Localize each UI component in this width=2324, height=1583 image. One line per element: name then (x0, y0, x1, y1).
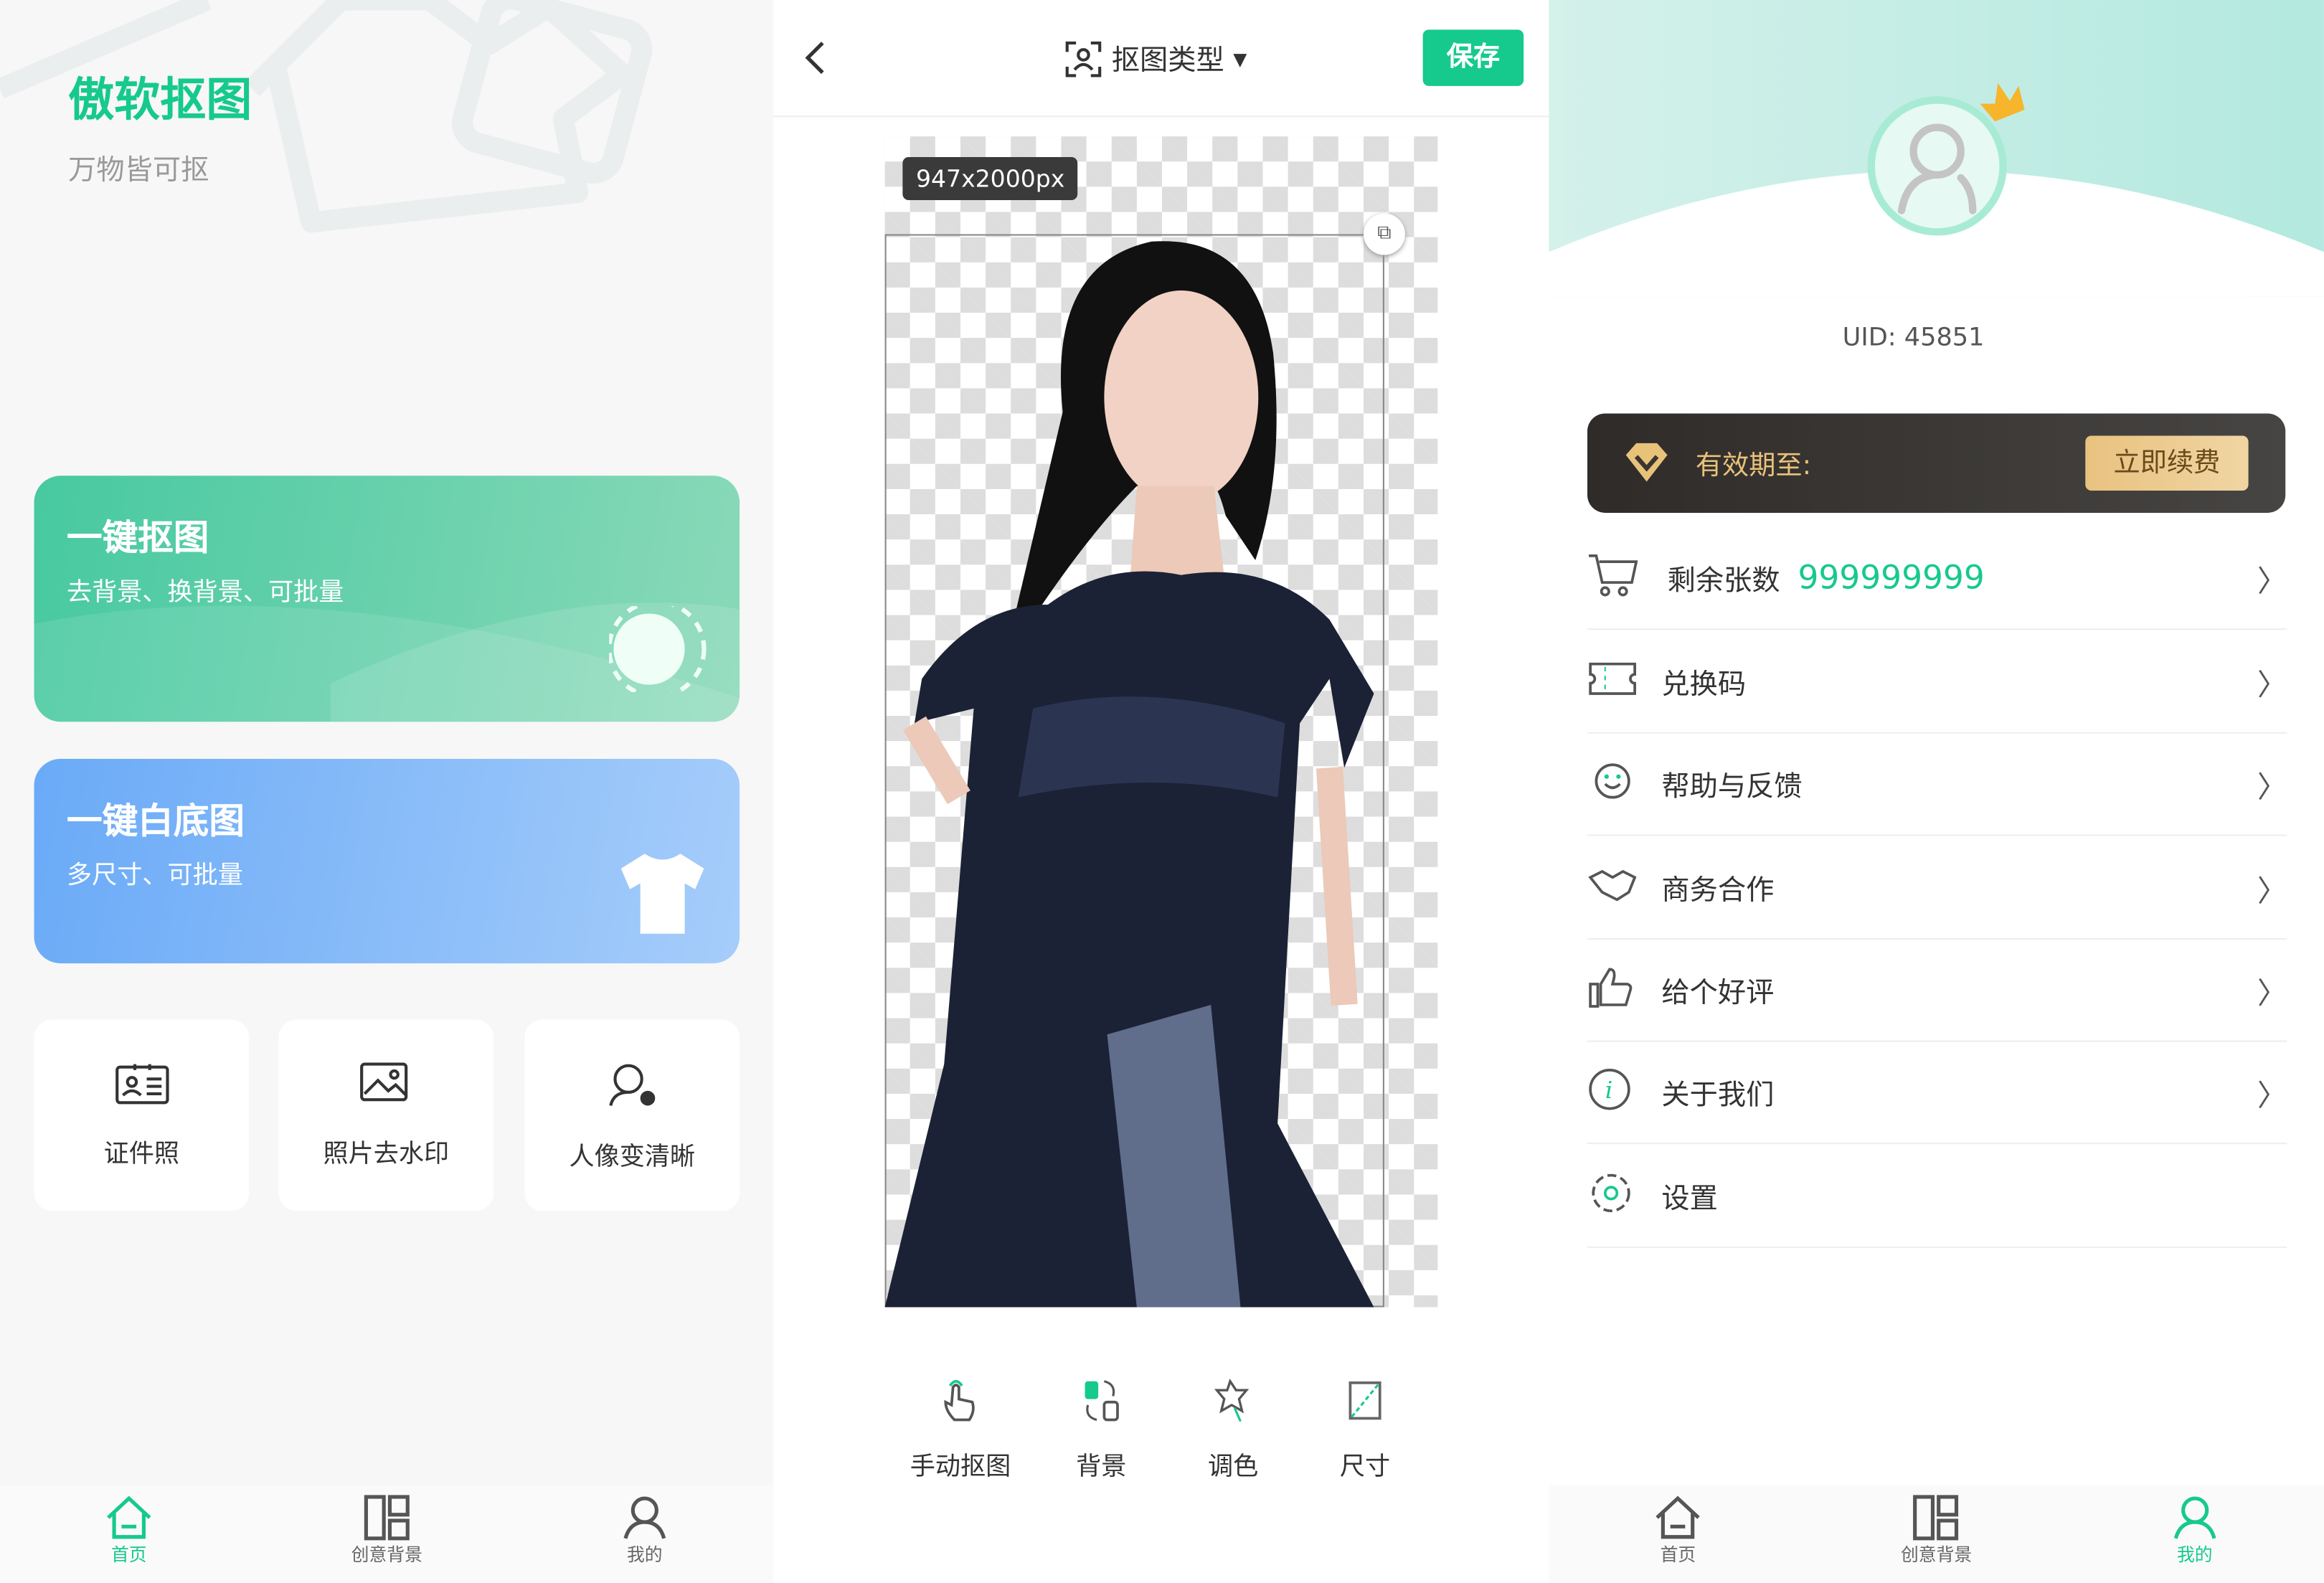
swap-background-icon (1085, 1380, 1119, 1422)
tool-size[interactable]: 尺寸 (1340, 1379, 1390, 1482)
menu-redeem-code[interactable]: 兑换码〉 (1587, 631, 2287, 734)
chevron-right-icon: 〉 (2257, 768, 2287, 804)
cutout-type-dropdown[interactable]: 抠图类型 ▼ (1064, 39, 1247, 79)
tile-label: 证件照 (103, 1139, 180, 1170)
user-icon (623, 1496, 666, 1539)
tile-label: 人像变清晰 (569, 1143, 696, 1173)
editor-screen: 抠图类型 ▼ 保存 947x2000px ⧉ 手动抠图 背景 调色 尺寸 (773, 0, 1549, 1583)
chevron-right-icon: 〉 (2257, 974, 2287, 1011)
chevron-right-icon: 〉 (2257, 1077, 2287, 1112)
portrait-frame-icon (1065, 40, 1102, 77)
cutout-type-label: 抠图类型 (1111, 44, 1224, 77)
tile-portrait-enhance[interactable]: 人像变清晰 (524, 1019, 740, 1211)
tool-background[interactable]: 背景 (1076, 1379, 1126, 1482)
save-button[interactable]: 保存 (1422, 29, 1524, 86)
handshake-icon (1587, 865, 1661, 911)
remaining-count-value: 999999999 (1798, 559, 1985, 597)
back-icon[interactable] (800, 39, 830, 77)
vip-expiry-label: 有效期至: (1695, 450, 1812, 482)
canvas[interactable]: 947x2000px ⧉ (884, 136, 1438, 1308)
white-background-card[interactable]: 一键白底图 多尺寸、可批量 (34, 758, 740, 964)
menu-remaining-count[interactable]: 剩余张数 999999999 〉 (1587, 528, 2287, 630)
one-click-cutout-card[interactable]: 一键抠图 去背景、换背景、可批量 (34, 476, 740, 722)
nav-home[interactable]: 首页 (1549, 1485, 1807, 1582)
caret-down-icon: ▼ (1233, 48, 1247, 70)
chevron-right-icon: 〉 (2257, 872, 2287, 908)
menu-help-feedback[interactable]: 帮助与反馈〉 (1587, 734, 2287, 836)
portrait-icon (608, 1064, 655, 1107)
tshirt-icon (620, 854, 704, 934)
diamond-icon (1625, 443, 1668, 482)
card-title: 一键抠图 (66, 517, 209, 559)
nav-creative-background[interactable]: 创意背景 (1807, 1485, 2065, 1582)
home-icon (1655, 1495, 1701, 1539)
menu-about[interactable]: i 关于我们〉 (1587, 1042, 2287, 1145)
tool-adjust-color[interactable]: 调色 (1208, 1379, 1258, 1482)
nav-mine[interactable]: 我的 (2066, 1485, 2324, 1582)
home-icon (107, 1495, 151, 1539)
nav-home[interactable]: 首页 (0, 1485, 258, 1582)
vip-crown-icon (1980, 82, 2025, 122)
cutout-icon (609, 606, 707, 692)
chevron-right-icon: 〉 (2257, 666, 2287, 702)
menu-settings[interactable]: 设置 (1587, 1145, 2287, 1248)
tile-label: 照片去水印 (323, 1139, 450, 1170)
user-uid: UID: 45851 (1842, 323, 1985, 353)
card-desc: 去背景、换背景、可批量 (66, 577, 344, 608)
svg-text:i: i (1605, 1075, 1613, 1103)
layout-icon (1914, 1495, 1960, 1541)
app-slogan: 万物皆可抠 (68, 153, 209, 187)
nav-mine[interactable]: 我的 (516, 1485, 774, 1582)
headset-icon (1587, 758, 1661, 810)
user-icon (2173, 1496, 2216, 1539)
tile-remove-watermark[interactable]: 照片去水印 (278, 1019, 494, 1211)
bottom-nav-profile: 首页 创意背景 我的 (1549, 1485, 2324, 1583)
tile-id-photo[interactable]: 证件照 (34, 1019, 250, 1211)
gear-icon (1587, 1170, 1661, 1221)
thumbs-up-icon (1587, 964, 1661, 1016)
image-size-badge: 947x2000px (902, 157, 1078, 200)
tool-manual-cutout[interactable]: 手动抠图 (910, 1379, 1011, 1482)
cart-icon (1587, 552, 1661, 604)
layout-icon (364, 1495, 410, 1541)
cutout-portrait-image (884, 241, 1374, 1308)
vip-banner: 有效期至: 立即续费 (1587, 413, 2286, 513)
chevron-right-icon: 〉 (2257, 562, 2287, 598)
menu-business[interactable]: 商务合作〉 (1587, 837, 2287, 940)
id-card-icon (115, 1064, 169, 1105)
copy-layer-icon[interactable]: ⧉ (1363, 213, 1405, 255)
info-icon: i (1587, 1067, 1661, 1118)
app-title: 傲软抠图 (68, 74, 252, 128)
menu-rate[interactable]: 给个好评〉 (1587, 940, 2287, 1042)
crop-size-icon (1348, 1381, 1381, 1420)
card-desc: 多尺寸、可批量 (66, 861, 243, 891)
image-icon (359, 1062, 407, 1102)
bottom-nav: 首页 创意背景 我的 (0, 1485, 774, 1583)
home-screen: 傲软抠图 万物皆可抠 一键抠图 去背景、换背景、可批量 一键白底图 多尺寸、可批… (0, 0, 774, 1583)
nav-creative-background[interactable]: 创意背景 (258, 1485, 516, 1582)
renew-button[interactable]: 立即续费 (2085, 435, 2249, 491)
card-title: 一键白底图 (66, 800, 245, 842)
hand-pointer-icon (944, 1379, 975, 1422)
magic-wand-icon (1214, 1379, 1250, 1422)
ticket-icon (1587, 658, 1661, 704)
editor-toolbar: 抠图类型 ▼ 保存 (773, 0, 1549, 118)
